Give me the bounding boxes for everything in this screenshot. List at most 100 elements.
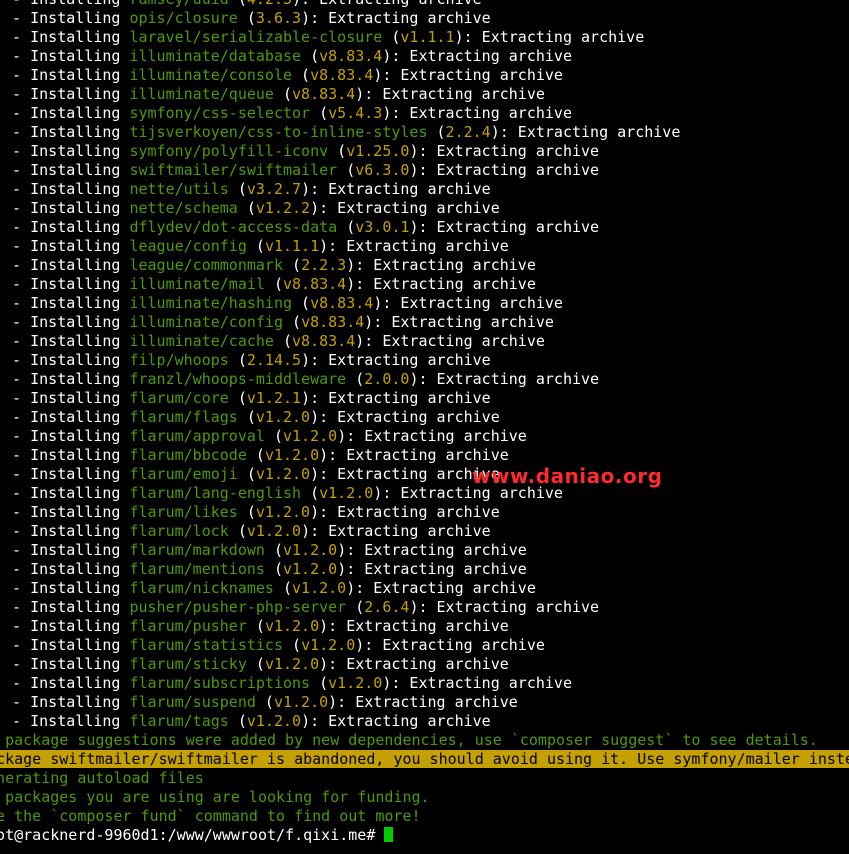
package-version: 3.6.3 [255,9,302,27]
version-open: ( [255,693,274,711]
package-version: v1.2.1 [246,389,302,407]
extract-status: ): Extracting archive [490,123,681,141]
version-open: ( [264,560,283,578]
extract-status: ): Extracting archive [328,693,518,711]
extract-status: ): Extracting archive [346,256,536,274]
version-open: ( [228,712,247,730]
version-open: ( [382,28,401,46]
install-line: - Installing flarum/subscriptions (v1.2.… [0,674,849,693]
package-name: illuminate/queue [129,85,274,103]
install-prefix: - Installing [0,598,130,616]
extract-status: ): Extracting archive [409,218,600,236]
install-prefix: - Installing [0,332,130,350]
package-version: v1.2.0 [246,522,302,540]
extract-status: ): Extracting archive [319,617,509,635]
package-name: flarum/nicknames [129,579,274,597]
install-line: - Installing franzl/whoops-middleware (2… [0,370,849,389]
extract-status: ): Extracting archive [409,598,600,616]
version-open: ( [301,47,320,65]
extract-status: ): Extracting archive [319,446,509,464]
extract-status: ): Extracting archive [337,427,527,445]
package-name: ramsey/uuid [129,0,228,8]
version-open: ( [427,123,446,141]
extract-status: ): Extracting archive [310,503,500,521]
install-prefix: - Installing [0,161,130,179]
install-prefix: - Installing [0,85,130,103]
package-name: flarum/lang-english [129,484,302,502]
version-open: ( [228,351,247,369]
install-line: - Installing flarum/nicknames (v1.2.0): … [0,579,849,598]
extract-status: ): Extracting archive [301,712,491,730]
extract-status: ): Extracting archive [301,351,491,369]
install-line: - Installing tijsverkoyen/css-to-inline-… [0,123,849,142]
install-line: - Installing dflydev/dot-access-data (v3… [0,218,849,237]
package-name: nette/utils [129,180,229,198]
package-version: v1.2.0 [264,446,320,464]
package-version: v1.1.1 [264,237,320,255]
version-open: ( [301,484,320,502]
version-open: ( [246,655,265,673]
shell-prompt-line[interactable]: root@racknerd-9960d1:/www/wwwroot/f.qixi… [0,826,849,845]
install-prefix: - Installing [0,237,130,255]
install-prefix: - Installing [0,579,130,597]
package-name: franzl/whoops-middleware [129,370,347,388]
install-prefix: - Installing [0,693,130,711]
install-line: - Installing flarum/pusher (v1.2.0): Ext… [0,617,849,636]
install-prefix: - Installing [0,427,130,445]
install-line: - Installing illuminate/console (v8.83.4… [0,66,849,85]
install-prefix: - Installing [0,655,130,673]
extract-status: ): Extracting archive [382,674,572,692]
version-open: ( [292,66,311,84]
install-line: - Installing flarum/statistics (v1.2.0):… [0,636,849,655]
extract-status: ): Extracting archive [382,104,572,122]
install-prefix: - Installing [0,218,130,236]
extract-status: ): Extracting archive [409,142,600,160]
package-version: v8.83.4 [292,85,356,103]
install-prefix: - Installing [0,275,130,293]
version-open: ( [283,636,302,654]
extract-status: ): Extracting archive [319,237,509,255]
install-line: - Installing illuminate/cache (v8.83.4):… [0,332,849,351]
package-version: v1.2.0 [255,408,311,426]
package-version: v1.1.1 [400,28,455,46]
version-open: ( [264,275,283,293]
install-line: - Installing flarum/bbcode (v1.2.0): Ext… [0,446,849,465]
extract-status: ): Extracting archive [355,332,545,350]
install-line: - Installing symfony/polyfill-iconv (v1.… [0,142,849,161]
extract-status: ): Extracting archive [301,389,491,407]
package-version: 2.14.5 [246,351,302,369]
extract-status: ): Extracting archive [355,636,545,654]
package-version: 4.2.3 [247,0,292,8]
install-prefix: - Installing [0,0,129,8]
package-name: flarum/emoji [129,465,238,483]
package-name: nette/schema [129,199,238,217]
version-open: ( [346,370,365,388]
package-name: league/commonmark [129,256,283,274]
install-line: - Installing laravel/serializable-closur… [0,28,849,47]
version-open: ( [310,674,329,692]
package-name: illuminate/hashing [129,294,293,312]
package-name: flarum/mentions [129,560,265,578]
install-prefix: - Installing [0,104,130,122]
package-version: v1.2.0 [255,465,311,483]
install-line: - Installing league/config (v1.1.1): Ext… [0,237,849,256]
version-open: ( [246,237,265,255]
install-line: - Installing flarum/core (v1.2.1): Extra… [0,389,849,408]
cursor[interactable] [384,827,394,842]
extract-status: ): Extracting archive [319,655,509,673]
install-prefix: - Installing [0,674,130,692]
terminal-output: - Installing ramsey/uuid (4.2.3 ): Extrac… [0,0,849,845]
install-prefix: - Installing [0,370,130,388]
version-open: ( [273,332,293,350]
package-name: illuminate/console [129,66,293,84]
package-name: swiftmailer/swiftmailer [129,161,338,179]
install-line: - Installing pusher/pusher-php-server (2… [0,598,849,617]
install-line: - Installing flarum/mentions (v1.2.0): E… [0,560,849,579]
package-name: flarum/pusher [129,617,247,635]
version-open: ( [237,9,256,27]
install-line: - Installing flarum/tags (v1.2.0): Extra… [0,712,849,731]
install-line: - Installing flarum/emoji (v1.2.0): Extr… [0,465,849,484]
package-version: 2.6.4 [364,598,410,616]
package-name: symfony/polyfill-iconv [129,142,329,160]
package-version: v5.4.3 [328,104,383,122]
